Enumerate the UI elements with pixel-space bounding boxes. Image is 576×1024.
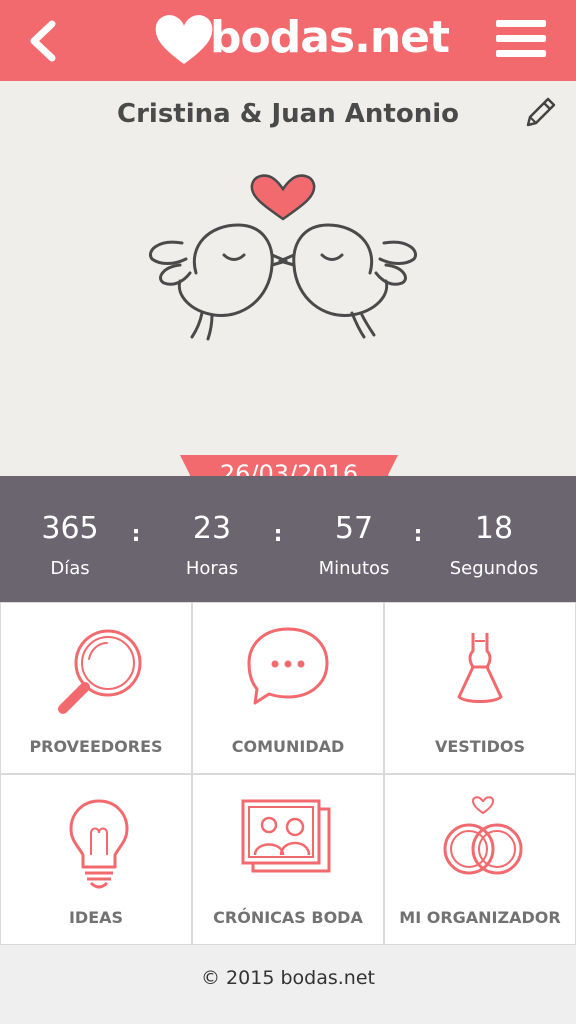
chevron-left-icon	[30, 20, 56, 62]
countdown-days: 365 Días	[0, 511, 140, 580]
seconds-value: 18	[474, 511, 514, 546]
tile-proveedores[interactable]: PROVEEDORES	[1, 603, 191, 773]
tile-label: VESTIDOS	[434, 737, 526, 756]
tile-label: PROVEEDORES	[29, 737, 163, 756]
heart-logo-icon	[155, 15, 213, 64]
tile-label: COMUNIDAD	[231, 737, 345, 756]
tile-mi-organizador[interactable]: MI ORGANIZADOR	[385, 775, 575, 944]
couple-name: Cristina & Juan Antonio	[117, 99, 459, 129]
app-header: bodas.net	[0, 0, 576, 81]
minutes-value: 57	[334, 511, 374, 546]
minutes-label: Minutos	[318, 558, 390, 579]
menu-grid: PROVEEDORES COMUNIDAD VESTIDOS IDEAS CRÓ…	[0, 602, 576, 945]
tile-vestidos[interactable]: VESTIDOS	[385, 603, 575, 773]
pencil-icon	[526, 97, 556, 127]
days-label: Días	[50, 558, 90, 579]
love-birds-illustration	[149, 174, 417, 341]
hours-label: Horas	[185, 558, 239, 579]
heart-icon	[250, 174, 316, 221]
tile-label: IDEAS	[68, 908, 124, 927]
countdown-hours: 23 Horas	[142, 511, 282, 580]
photos-icon	[241, 799, 331, 873]
tile-cronicas-boda[interactable]: CRÓNICAS BODA	[193, 775, 383, 944]
logo: bodas.net	[152, 8, 450, 72]
edit-button[interactable]	[522, 95, 558, 131]
tile-label: MI ORGANIZADOR	[399, 908, 561, 927]
hamburger-line	[496, 35, 546, 42]
countdown-minutes: 57 Minutos	[284, 511, 424, 580]
tile-comunidad[interactable]: COMUNIDAD	[193, 603, 383, 773]
hamburger-line	[496, 20, 546, 27]
logo-text: bodas.net	[210, 12, 450, 63]
back-button[interactable]	[22, 16, 66, 66]
tile-label: CRÓNICAS BODA	[213, 908, 363, 927]
countdown-seconds: 18 Segundos	[424, 511, 564, 580]
hamburger-line	[496, 50, 546, 57]
copyright-text: © 2015 bodas.net	[201, 967, 375, 989]
seconds-label: Segundos	[449, 558, 539, 579]
dress-icon	[457, 633, 503, 703]
wedding-rings-icon	[443, 796, 523, 875]
footer: © 2015 bodas.net	[0, 945, 576, 1024]
days-value: 365	[41, 511, 99, 546]
magnifier-icon	[58, 629, 142, 714]
hours-value: 23	[192, 511, 232, 546]
lightbulb-icon	[69, 799, 129, 889]
menu-button[interactable]	[496, 20, 546, 60]
tile-ideas[interactable]: IDEAS	[1, 775, 191, 944]
countdown-panel: 365 Días : 23 Horas : 57 Minutos : 18 Se…	[0, 476, 576, 602]
chat-bubble-icon	[247, 627, 329, 705]
hero-section: Cristina & Juan Antonio	[0, 81, 576, 476]
